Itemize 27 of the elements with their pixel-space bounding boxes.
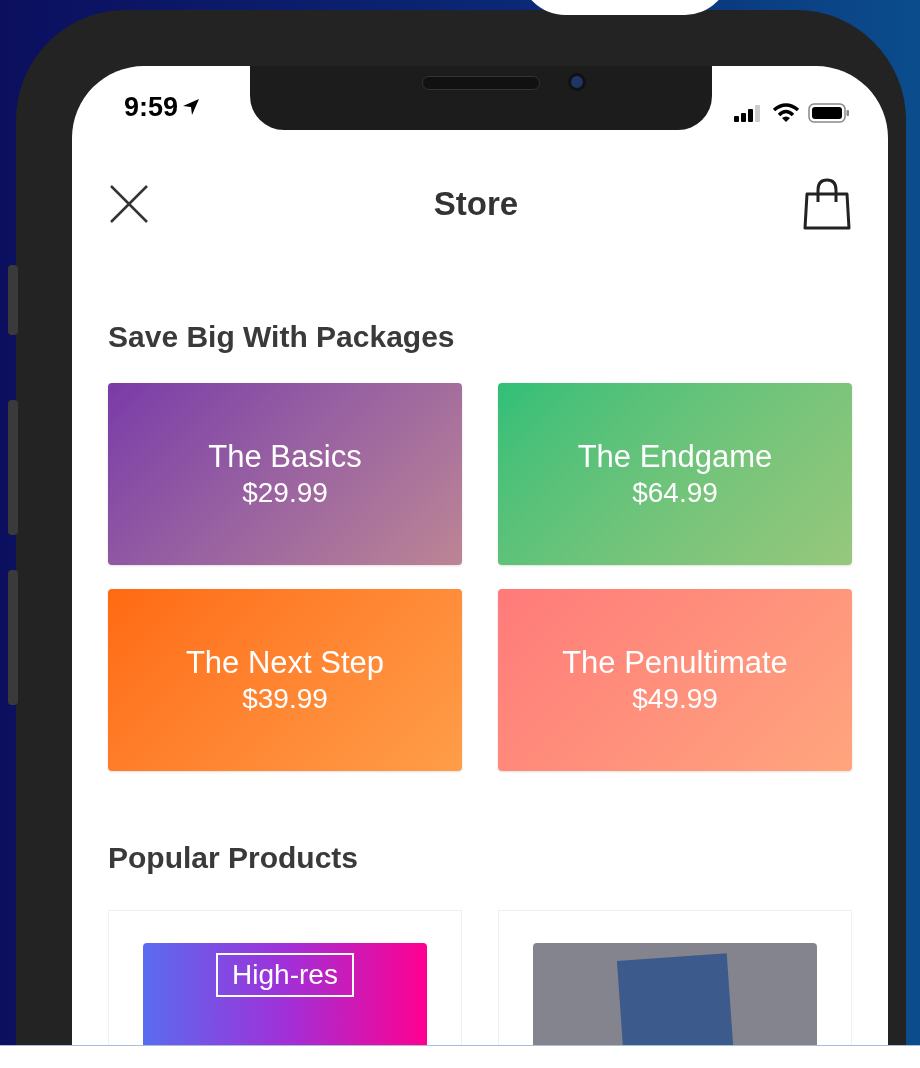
package-price: $39.99	[242, 682, 328, 716]
package-price: $29.99	[242, 476, 328, 510]
close-button[interactable]	[108, 183, 150, 225]
package-card[interactable]: The Next Step $39.99	[108, 589, 462, 771]
shopping-bag-button[interactable]	[802, 178, 852, 230]
product-label: High-res	[216, 953, 354, 997]
wifi-icon	[772, 103, 800, 123]
package-name: The Next Step	[185, 644, 385, 682]
location-arrow-icon	[182, 98, 201, 116]
status-time: 9:59	[124, 90, 179, 124]
section-heading: Popular Products	[108, 840, 360, 876]
battery-icon	[808, 103, 850, 123]
product-card[interactable]: High-res	[108, 910, 462, 1045]
package-card[interactable]: The Basics $29.99	[108, 383, 462, 565]
close-icon	[109, 184, 149, 224]
package-card[interactable]: The Penultimate $49.99	[498, 589, 852, 771]
package-name: The Endgame	[577, 438, 773, 476]
package-price: $64.99	[632, 476, 718, 510]
section-heading: Save Big With Packages	[108, 319, 456, 355]
product-card[interactable]	[498, 910, 852, 1045]
package-price: $49.99	[632, 682, 718, 716]
package-name: The Penultimate	[562, 644, 788, 682]
shopping-bag-icon	[802, 178, 852, 230]
camera-lens	[568, 73, 586, 91]
screen-title: Store	[433, 184, 519, 225]
package-card[interactable]: The Endgame $64.99	[498, 383, 852, 565]
package-name: The Basics	[208, 438, 362, 476]
